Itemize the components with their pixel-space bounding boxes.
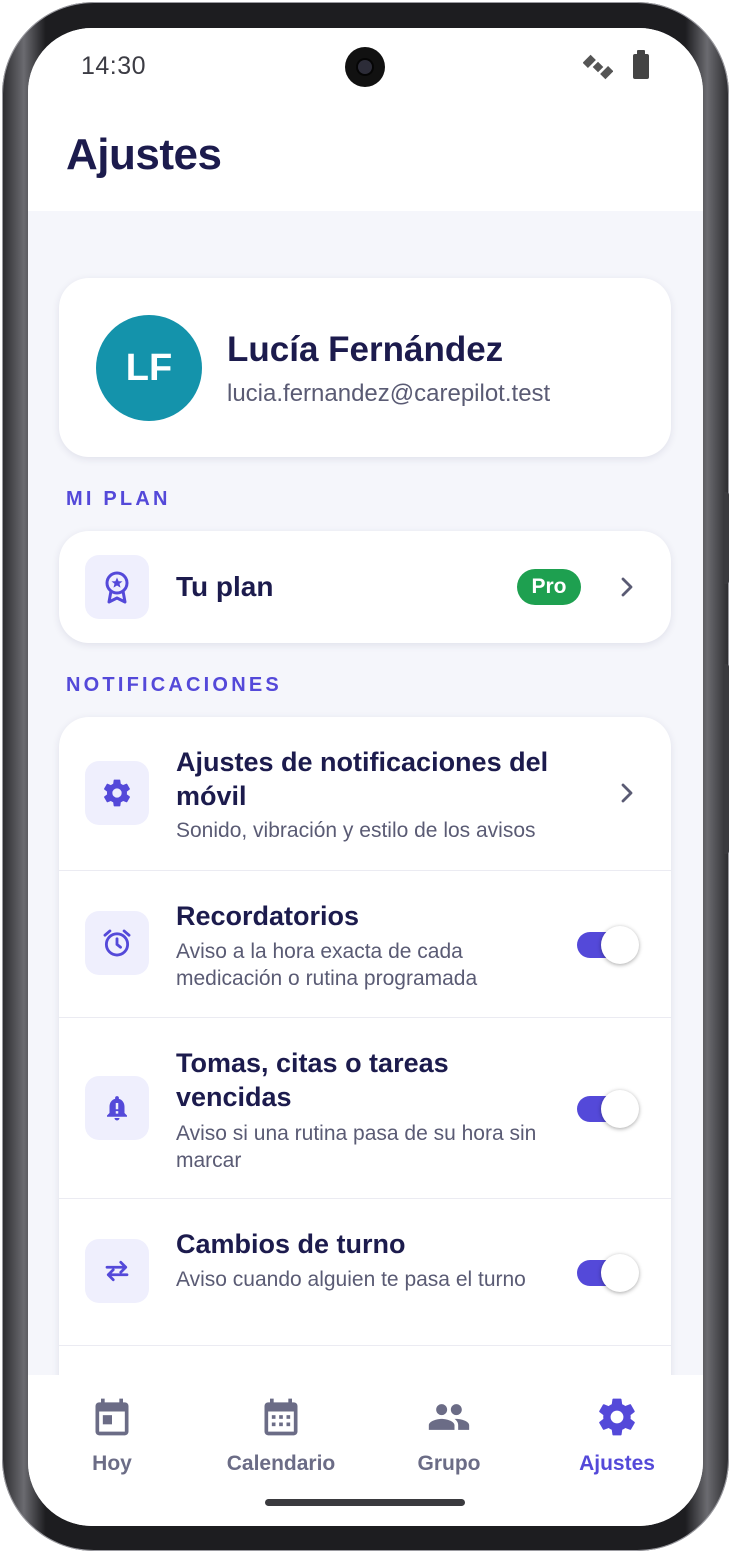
today-calendar-icon — [95, 1398, 129, 1436]
row-title: Recordatorios — [176, 901, 360, 931]
row-subtitle: Aviso cuando alguien te pasa el turno — [176, 1268, 526, 1291]
nav-item-ajustes[interactable]: Ajustes — [547, 1395, 687, 1476]
row-subtitle: Sonido, vibración y estilo de los avisos — [176, 819, 536, 842]
swap-icon — [85, 1239, 149, 1303]
nav-item-calendario[interactable]: Calendario — [211, 1395, 351, 1476]
section-label-notifications: NOTIFICACIONES — [66, 674, 282, 696]
avatar: LF — [96, 315, 202, 421]
plan-label: Tu plan — [176, 571, 274, 602]
gear-icon — [85, 761, 149, 825]
row-title: Ajustes de notificaciones del móvil — [176, 747, 549, 811]
chevron-right-icon — [621, 783, 633, 803]
page-title: Ajustes — [66, 130, 222, 179]
home-indicator[interactable] — [265, 1499, 465, 1506]
reminders-toggle[interactable] — [577, 926, 639, 964]
overdue-tasks-row[interactable]: Tomas, citas o tareas vencidas Aviso si … — [59, 1018, 671, 1198]
nav-label: Grupo — [417, 1452, 481, 1475]
screen: 14:30 Ajustes LF Lucía Fernández lucia.f… — [28, 28, 703, 1526]
group-icon — [428, 1404, 470, 1430]
divider — [59, 1345, 671, 1346]
reminders-row[interactable]: Recordatorios Aviso a la hora exacta de … — [59, 871, 671, 1017]
shift-changes-toggle[interactable] — [577, 1254, 639, 1292]
profile-email: lucia.fernandez@carepilot.test — [227, 380, 551, 407]
toggle-knob — [601, 1090, 639, 1128]
shift-changes-row[interactable]: Cambios de turno Aviso cuando alguien te… — [59, 1199, 671, 1345]
overdue-tasks-toggle[interactable] — [577, 1090, 639, 1128]
app-header: Ajustes — [28, 108, 703, 211]
toggle-knob — [601, 1254, 639, 1292]
toggle-knob — [601, 926, 639, 964]
bottom-nav: Hoy Calendario Grupo Ajustes — [28, 1375, 703, 1526]
award-icon — [85, 555, 149, 619]
nav-label: Hoy — [92, 1452, 132, 1475]
row-title: Cambios de turno — [176, 1229, 406, 1259]
nav-label: Calendario — [226, 1452, 336, 1475]
satellite-icon — [583, 54, 613, 80]
volume-button — [723, 492, 729, 584]
profile-card[interactable]: LF Lucía Fernández lucia.fernandez@carep… — [59, 278, 671, 457]
alarm-icon — [85, 911, 149, 975]
status-time: 14:30 — [81, 52, 147, 80]
profile-name: Lucía Fernández — [227, 330, 504, 369]
nav-item-grupo[interactable]: Grupo — [379, 1395, 519, 1476]
row-title: Tomas, citas o tareas vencidas — [176, 1048, 449, 1112]
calendar-icon — [264, 1398, 298, 1436]
plan-row[interactable]: Tu plan Pro — [59, 531, 671, 643]
power-button — [723, 664, 729, 854]
battery-icon — [633, 50, 649, 79]
nav-label: Ajustes — [579, 1452, 655, 1475]
notifications-card: Ajustes de notificaciones del móvil Soni… — [59, 717, 671, 1477]
section-label-plan: MI PLAN — [66, 488, 171, 510]
row-subtitle: Aviso a la hora exacta de cada medicació… — [176, 940, 478, 990]
bell-alert-icon — [85, 1076, 149, 1140]
notification-settings-row[interactable]: Ajustes de notificaciones del móvil Soni… — [59, 717, 671, 870]
chevron-right-icon — [621, 577, 633, 597]
nav-item-hoy[interactable]: Hoy — [42, 1395, 182, 1476]
row-subtitle: Aviso si una rutina pasa de su hora sin … — [176, 1122, 537, 1172]
status-bar: 14:30 — [28, 28, 703, 108]
gear-icon — [599, 1398, 635, 1436]
pro-badge: Pro — [517, 569, 581, 605]
front-camera — [345, 47, 385, 87]
